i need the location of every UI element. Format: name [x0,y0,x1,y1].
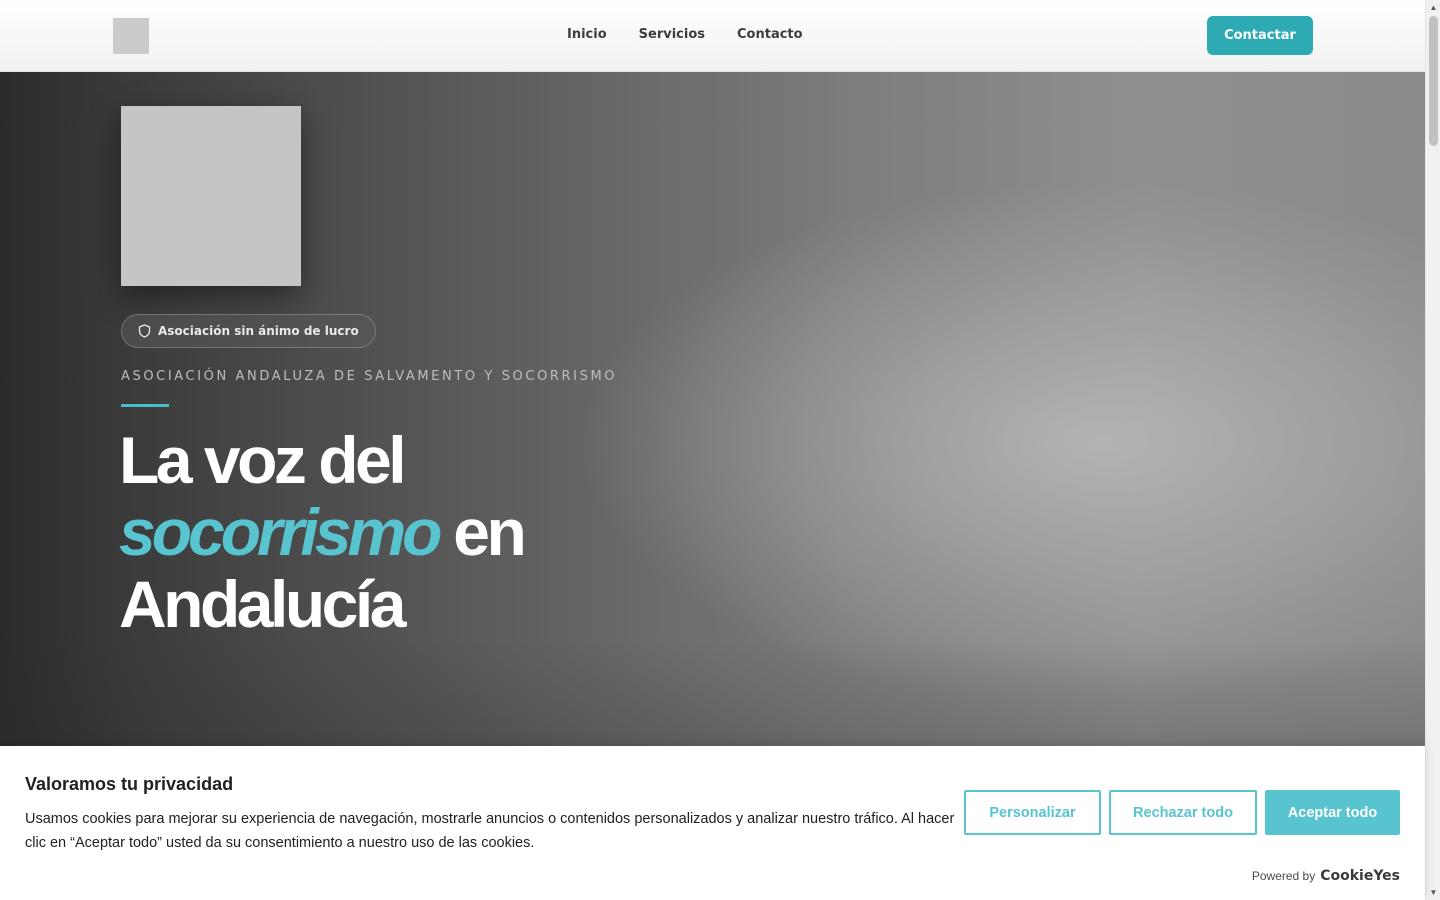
cookie-title: Valoramos tu privacidad [25,774,234,794]
contact-button[interactable]: Contactar [1207,16,1313,55]
hero-kicker: ASOCIACIÓN ANDALUZA DE SALVAMENTO Y SOCO… [121,369,618,384]
headline-line-1: La voz del [119,423,407,497]
reject-all-button[interactable]: Rechazar todo [1109,790,1257,835]
hero-image [121,106,301,286]
customize-button[interactable]: Personalizar [964,790,1101,835]
powered-by-label: Powered by [1251,869,1316,883]
hero-headline: La voz del socorrismo en Andalucía [119,424,819,640]
nav-item-inicio[interactable]: Inicio [567,26,607,44]
nonprofit-badge: Asociación sin ánimo de lucro [121,314,376,348]
powered-by: Powered by CookieYes [1252,868,1400,884]
vertical-scrollbar[interactable]: ▲ ▼ [1425,0,1440,900]
cookieyes-logo[interactable]: CookieYes [1320,868,1400,884]
scroll-up-arrow-icon[interactable]: ▲ [1426,0,1440,15]
cookie-banner: Valoramos tu privacidad Usamos cookies p… [0,746,1425,900]
site-header: Inicio Servicios Contacto Contactar [0,0,1425,72]
kicker-divider [121,404,169,407]
scrollbar-thumb[interactable] [1429,16,1438,146]
headline-accent: socorrismo [119,495,442,569]
cookie-description: Usamos cookies para mejorar su experienc… [25,811,955,851]
badge-label: Asociación sin ánimo de lucro [158,324,359,338]
headline-after-accent: en [438,495,527,569]
headline-line-3: Andalucía [119,567,406,641]
site-logo[interactable] [113,18,149,54]
accept-all-button[interactable]: Aceptar todo [1265,790,1400,835]
scroll-down-arrow-icon[interactable]: ▼ [1426,885,1440,900]
nav-item-contacto[interactable]: Contacto [737,26,803,44]
nav-item-servicios[interactable]: Servicios [639,26,705,44]
shield-icon [138,324,151,338]
main-nav: Inicio Servicios Contacto [567,26,835,44]
